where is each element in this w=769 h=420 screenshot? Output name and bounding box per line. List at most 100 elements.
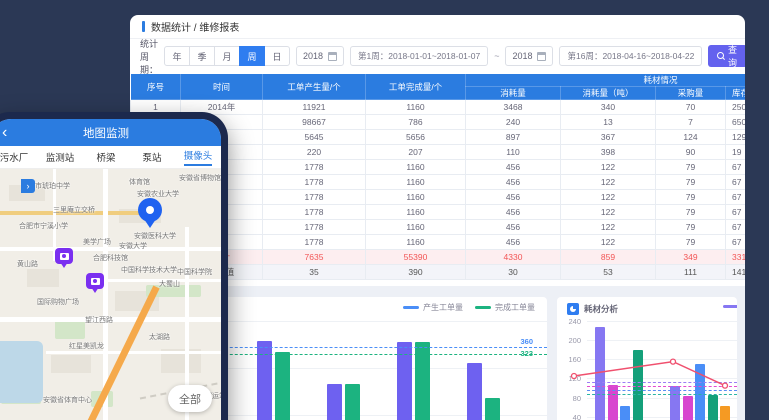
back-chevron-icon[interactable]: ‹ — [2, 125, 7, 141]
map-label: 三里庵立交桥 — [53, 205, 95, 215]
map-label: 体育馆 — [129, 177, 150, 187]
start-week-input[interactable]: 第1周：2018-01-01~2018-01-07 — [350, 46, 488, 66]
table-cell: 1778 — [263, 175, 366, 190]
table-cell: 70 — [656, 100, 726, 115]
table-cell: 240 — [466, 115, 561, 130]
period-option[interactable]: 周 — [239, 46, 265, 66]
table-cell: 5645 — [263, 130, 366, 145]
table-cell: 1160 — [366, 205, 466, 220]
phone-tab-桥梁[interactable]: 桥梁 — [83, 146, 129, 168]
map-label: 红星美凯龙 — [69, 341, 104, 351]
table-cell: 456 — [466, 190, 561, 205]
show-all-button[interactable]: 全部 — [168, 385, 212, 412]
map-label: 中国科学技术大学 — [121, 265, 177, 275]
legend-swatch — [475, 306, 491, 309]
consumable-chart: 耗材分析 2402001601208040 — [557, 297, 737, 420]
table-cell: 110 — [466, 145, 561, 160]
query-button[interactable]: 查询 — [708, 45, 745, 67]
map-label: 大蜀山 — [159, 279, 180, 289]
camera-marker[interactable] — [55, 248, 73, 264]
camera-icon — [60, 253, 69, 260]
legend-item: 完成工单量 — [475, 302, 535, 313]
bar — [467, 363, 482, 420]
map-label: 太湖路 — [149, 332, 170, 342]
table-cell: 456 — [466, 235, 561, 250]
start-year-select[interactable]: 2018 — [296, 46, 344, 66]
table-cell: 67 — [726, 235, 746, 250]
phone-tab-污水厂[interactable]: 污水厂 — [0, 146, 37, 168]
table-cell: 53 — [561, 265, 656, 280]
phone-page-title: 地图监测 — [83, 125, 129, 141]
table-cell: 859 — [561, 250, 656, 265]
legend-swatch — [403, 306, 419, 309]
map-drawer-toggle[interactable]: › — [21, 179, 35, 193]
bar — [327, 384, 342, 420]
table-cell: 7635 — [263, 250, 366, 265]
bar — [257, 341, 272, 420]
consumable-plot: 2402001601208040 — [557, 297, 737, 420]
table-cell: 111 — [656, 265, 726, 280]
table-cell: 897 — [466, 130, 561, 145]
phone-app-header: ‹ 地图监测 — [0, 119, 221, 146]
period-option[interactable]: 月 — [214, 46, 240, 66]
table-cell: 79 — [656, 235, 726, 250]
table-cell: 398 — [561, 145, 656, 160]
end-year-value: 2018 — [512, 51, 532, 61]
phone-tab-监测站[interactable]: 监测站 — [37, 146, 83, 168]
table-cell: 1778 — [263, 190, 366, 205]
table-cell: 122 — [561, 175, 656, 190]
map-canvas[interactable]: › 全部 合肥市琥珀中学体育馆安徽农业大学安徽省博物馆三里庵立交桥合肥市宁溪小学… — [0, 169, 221, 420]
map-road — [46, 351, 221, 354]
period-option[interactable]: 年 — [164, 46, 190, 66]
table-cell: 3468 — [466, 100, 561, 115]
table-cell: 79 — [656, 175, 726, 190]
map-block — [51, 355, 91, 373]
table-cell: 220 — [263, 145, 366, 160]
legend-item: 产生工单量 — [403, 302, 463, 313]
camera-marker[interactable] — [86, 273, 104, 289]
period-option[interactable]: 日 — [264, 46, 290, 66]
calendar-icon — [328, 52, 337, 61]
table-cell: 1160 — [366, 175, 466, 190]
calendar-icon — [537, 52, 546, 61]
table-cell: 7 — [656, 115, 726, 130]
phone-tab-泵站[interactable]: 泵站 — [129, 146, 175, 168]
end-year-select[interactable]: 2018 — [505, 46, 553, 66]
table-cell: 456 — [466, 160, 561, 175]
start-week-value: 第1周：2018-01-01~2018-01-07 — [358, 50, 480, 62]
legend-label: 产生工单量 — [423, 302, 463, 313]
period-option[interactable]: 季 — [189, 46, 215, 66]
map-label: 中国科学院 — [177, 267, 212, 277]
table-cell: 98667 — [263, 115, 366, 130]
search-icon — [717, 52, 722, 60]
map-label: 安徽省博物馆 — [179, 173, 221, 183]
phone-tab-摄像头[interactable]: 摄像头 — [175, 146, 221, 168]
table-cell: 1160 — [366, 220, 466, 235]
table-cell: 67 — [726, 160, 746, 175]
table-cell: 79 — [656, 220, 726, 235]
table-row: 12014年119211160346834070250 — [131, 100, 746, 115]
table-cell: 331 — [726, 250, 746, 265]
table-cell: 1778 — [263, 235, 366, 250]
table-cell: 1160 — [366, 190, 466, 205]
table-cell: 67 — [726, 205, 746, 220]
table-cell: 1778 — [263, 220, 366, 235]
end-week-input[interactable]: 第16周：2018-04-16~2018-04-22 — [559, 46, 702, 66]
col-header-completed: 工单完成量/个 — [366, 74, 466, 100]
query-button-label: 查询 — [727, 43, 739, 69]
table-cell: 4330 — [466, 250, 561, 265]
end-week-value: 第16周：2018-04-16~2018-04-22 — [567, 50, 694, 62]
table-cell: 122 — [561, 220, 656, 235]
map-label: 合肥科技馆 — [93, 253, 128, 263]
consumable-chart-title: 耗材分析 — [584, 303, 618, 315]
workorder-chart-legend: 产生工单量 完成工单量 — [403, 302, 535, 313]
map-lake — [0, 341, 43, 403]
selected-camera-pin[interactable] — [138, 198, 162, 222]
table-cell: 124 — [656, 130, 726, 145]
map-label: 安徽大学 — [119, 241, 147, 251]
table-cell: 456 — [466, 205, 561, 220]
table-cell: 1160 — [366, 160, 466, 175]
table-cell: 367 — [561, 130, 656, 145]
table-cell: 122 — [561, 235, 656, 250]
start-year-value: 2018 — [303, 51, 323, 61]
